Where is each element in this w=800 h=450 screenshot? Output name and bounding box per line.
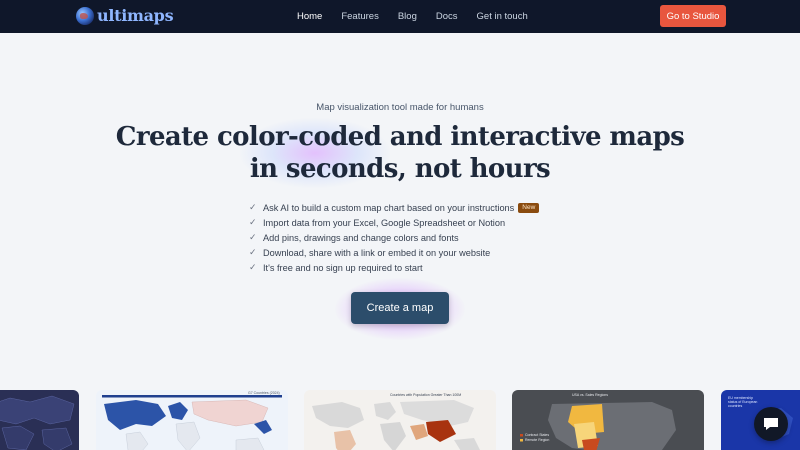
card-2-title: G7 Countries (2024) bbox=[248, 391, 280, 395]
create-map-button[interactable]: Create a map bbox=[351, 292, 449, 324]
logo[interactable]: ultimaps bbox=[76, 6, 174, 25]
check-icon: ✓ bbox=[249, 202, 257, 212]
map-preview-card-2[interactable]: G7 Countries (2024) bbox=[96, 390, 288, 450]
feature-list: ✓ Ask AI to build a custom map chart bas… bbox=[249, 200, 540, 275]
check-icon: ✓ bbox=[249, 262, 257, 272]
feature-text: It's free and no sign up required to sta… bbox=[263, 262, 423, 273]
feature-item: ✓ Download, share with a link or embed i… bbox=[249, 245, 539, 260]
globe-icon bbox=[76, 6, 94, 25]
tagline: Map visualization tool made for humans bbox=[316, 102, 484, 113]
nav-link-blog[interactable]: Blog bbox=[398, 11, 417, 22]
nav-link-features[interactable]: Features bbox=[341, 11, 379, 22]
map-preview-card-3[interactable]: Countries with Population Greater Than 1… bbox=[304, 390, 496, 450]
headline-line-2: in seconds, not hours bbox=[249, 154, 551, 184]
feature-text: Download, share with a link or embed it … bbox=[263, 247, 491, 258]
g7-countries-map-thumbnail bbox=[102, 395, 282, 450]
card-5-title: EU membership status of European countri… bbox=[728, 396, 758, 408]
top-navbar: ultimaps Home Features Blog Docs Get in … bbox=[0, 0, 800, 33]
dark-world-map-thumbnail bbox=[0, 395, 75, 450]
nav-link-get-in-touch[interactable]: Get in touch bbox=[477, 11, 528, 22]
check-icon: ✓ bbox=[249, 247, 257, 257]
feature-text: Add pins, drawings and change colors and… bbox=[263, 232, 459, 243]
card-4-legend-2: Remote Region bbox=[525, 438, 550, 442]
feature-item: ✓ Import data from your Excel, Google Sp… bbox=[249, 215, 539, 230]
headline-line-1: Create color-coded and interactive maps bbox=[115, 122, 685, 152]
feature-text: Ask AI to build a custom map chart based… bbox=[263, 202, 515, 213]
nav-links: Home Features Blog Docs Get in touch bbox=[297, 11, 547, 22]
card-4-title: USA vs. Sales Regions bbox=[572, 393, 608, 397]
population-map-thumbnail bbox=[312, 400, 480, 450]
new-badge: New bbox=[518, 202, 540, 213]
nav-link-home[interactable]: Home bbox=[297, 11, 322, 22]
feature-text: Import data from your Excel, Google Spre… bbox=[263, 217, 506, 228]
chat-bubble-icon bbox=[764, 418, 778, 430]
check-icon: ✓ bbox=[249, 232, 257, 242]
check-icon: ✓ bbox=[249, 217, 257, 227]
feature-item: ✓ It's free and no sign up required to s… bbox=[249, 260, 539, 275]
feature-item: ✓ Ask AI to build a custom map chart bas… bbox=[249, 200, 540, 215]
feature-item: ✓ Add pins, drawings and change colors a… bbox=[249, 230, 539, 245]
nav-link-docs[interactable]: Docs bbox=[436, 11, 458, 22]
chat-widget-button[interactable] bbox=[754, 407, 788, 441]
map-preview-card-4[interactable]: USA vs. Sales Regions Contract States Re… bbox=[512, 390, 704, 450]
card-3-title: Countries with Population Greater Than 1… bbox=[390, 393, 462, 397]
go-to-studio-button[interactable]: Go to Studio bbox=[660, 5, 726, 27]
map-preview-card-1[interactable] bbox=[0, 390, 79, 450]
page-headline: Create color-coded and interactive maps … bbox=[0, 121, 800, 185]
logo-text: ultimaps bbox=[97, 6, 174, 25]
card-4-legend-1: Contract States bbox=[525, 433, 550, 437]
